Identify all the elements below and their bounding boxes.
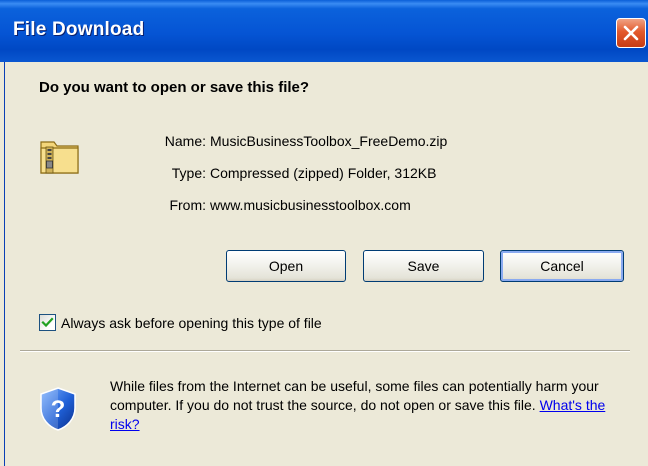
- file-type-label: Type:: [171, 165, 206, 181]
- save-button[interactable]: Save: [363, 250, 484, 282]
- shield-question-icon: ?: [38, 386, 78, 437]
- file-download-dialog: File Download Do you want to open or sav…: [0, 0, 648, 466]
- file-from-value: www.musicbusinesstoolbox.com: [210, 197, 411, 213]
- checkmark-icon: [41, 317, 54, 328]
- file-from-label: From:: [169, 197, 206, 213]
- file-type-value: Compressed (zipped) Folder, 312KB: [210, 165, 437, 181]
- security-warning: While files from the Internet can be use…: [110, 377, 635, 434]
- dialog-question: Do you want to open or save this file?: [39, 79, 310, 96]
- svg-text:?: ?: [51, 396, 66, 423]
- open-button[interactable]: Open: [226, 250, 346, 282]
- file-name-value: MusicBusinessToolbox_FreeDemo.zip: [210, 133, 448, 149]
- close-icon: [623, 25, 639, 41]
- window-title: File Download: [13, 19, 145, 40]
- warning-text: While files from the Internet can be use…: [110, 378, 599, 413]
- always-ask-label[interactable]: Always ask before opening this type of f…: [61, 315, 322, 331]
- cancel-button[interactable]: Cancel: [500, 250, 624, 282]
- close-button[interactable]: [616, 18, 646, 48]
- always-ask-checkbox[interactable]: [39, 314, 56, 331]
- separator: [20, 350, 630, 352]
- title-bar[interactable]: File Download: [0, 0, 648, 62]
- file-name-label: Name:: [164, 133, 206, 149]
